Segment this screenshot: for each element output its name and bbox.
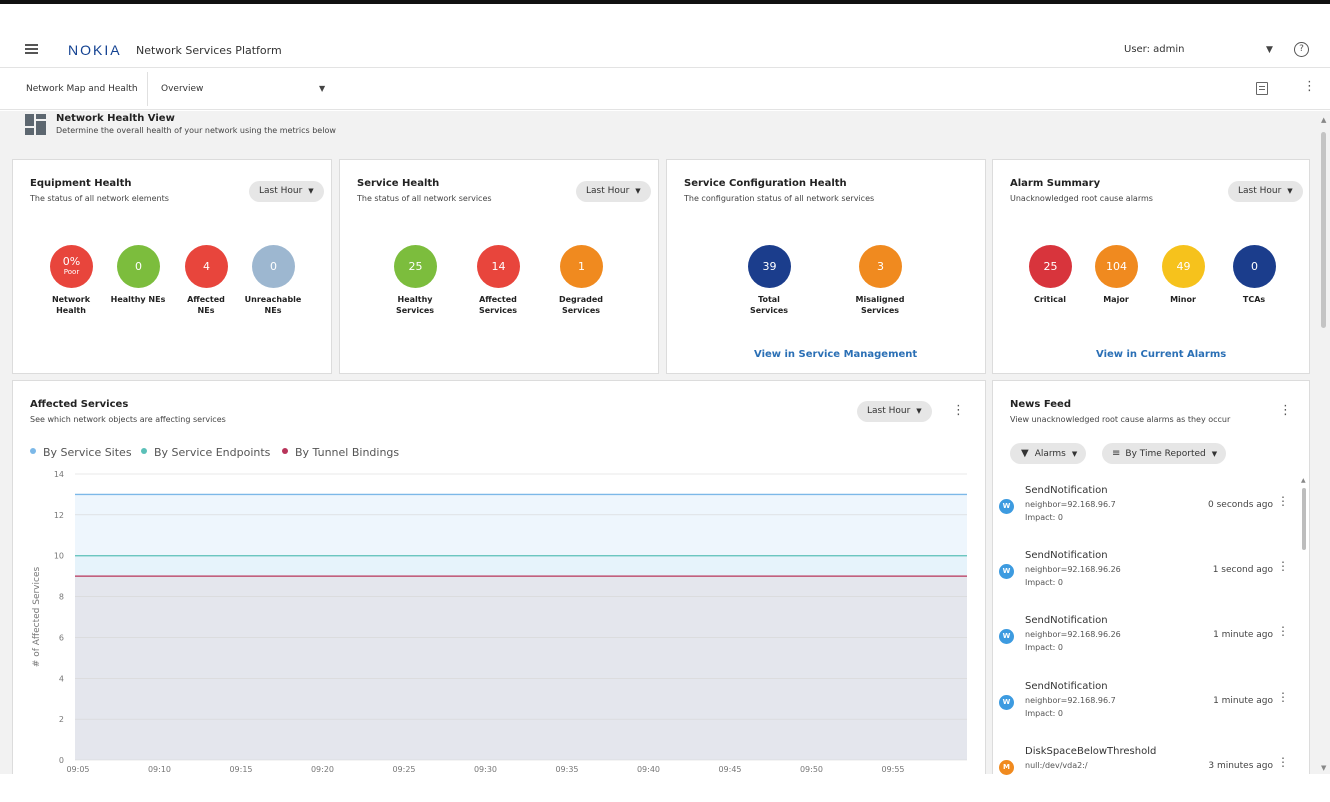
alarm-filter-dropdown[interactable]: ▼ Alarms ▼ xyxy=(1010,443,1087,464)
more-icon[interactable]: ⋮ xyxy=(1277,756,1289,768)
more-icon[interactable]: ⋮ xyxy=(1277,691,1289,703)
scroll-up-icon[interactable]: ▲ xyxy=(1301,477,1306,484)
x-tick-label: 09:20 xyxy=(311,765,334,774)
more-icon[interactable]: ⋮ xyxy=(1277,495,1289,507)
news-title: SendNotification xyxy=(1025,615,1108,626)
more-icon[interactable]: ⋮ xyxy=(1279,404,1292,417)
news-time: 1 minute ago xyxy=(1213,630,1273,640)
major-badge-icon: M xyxy=(999,760,1014,775)
news-impact: Impact: 0 xyxy=(1025,513,1063,522)
news-title: DiskSpaceBelowThreshold xyxy=(1025,746,1157,757)
x-tick-label: 09:50 xyxy=(800,765,823,774)
news-impact: Impact: 0 xyxy=(1025,578,1063,587)
card-title: News Feed xyxy=(1010,399,1071,410)
news-item[interactable]: W SendNotification neighbor=92.168.96.7 … xyxy=(999,681,1299,737)
news-title: SendNotification xyxy=(1025,681,1108,692)
sort-dropdown[interactable]: ≡ By Time Reported ▼ xyxy=(1102,443,1227,464)
news-title: SendNotification xyxy=(1025,485,1108,496)
more-icon[interactable]: ⋮ xyxy=(1277,560,1289,572)
warning-badge-icon: W xyxy=(999,629,1014,644)
x-tick-label: 09:05 xyxy=(66,765,89,774)
x-tick-label: 09:55 xyxy=(881,765,904,774)
y-tick-label: 12 xyxy=(54,511,64,520)
y-tick-label: 2 xyxy=(59,715,64,724)
y-tick-label: 10 xyxy=(54,552,64,561)
x-tick-label: 09:40 xyxy=(637,765,660,774)
more-icon[interactable]: ⋮ xyxy=(1277,625,1289,637)
news-detail: neighbor=92.168.96.26 xyxy=(1025,630,1121,639)
news-item[interactable]: W SendNotification neighbor=92.168.96.7 … xyxy=(999,485,1299,541)
y-tick-label: 14 xyxy=(54,470,64,479)
news-time: 1 minute ago xyxy=(1213,696,1273,706)
x-tick-label: 09:35 xyxy=(555,765,578,774)
y-tick-label: 8 xyxy=(59,593,64,602)
y-tick-label: 6 xyxy=(59,633,64,642)
news-item[interactable]: W SendNotification neighbor=92.168.96.26… xyxy=(999,615,1299,671)
news-title: SendNotification xyxy=(1025,550,1108,561)
news-item[interactable]: M DiskSpaceBelowThreshold null:/dev/vda2… xyxy=(999,746,1299,802)
news-detail: neighbor=92.168.96.7 xyxy=(1025,696,1116,705)
news-impact: Impact: 0 xyxy=(1025,643,1063,652)
news-item[interactable]: W SendNotification neighbor=92.168.96.26… xyxy=(999,550,1299,606)
warning-badge-icon: W xyxy=(999,564,1014,579)
x-tick-label: 09:15 xyxy=(229,765,252,774)
y-tick-label: 4 xyxy=(59,674,64,683)
sort-icon: ≡ xyxy=(1112,448,1121,459)
series-area xyxy=(75,576,967,760)
warning-badge-icon: W xyxy=(999,499,1014,514)
x-tick-label: 09:30 xyxy=(474,765,497,774)
warning-badge-icon: W xyxy=(999,695,1014,710)
filter-icon: ▼ xyxy=(1021,448,1029,459)
y-axis-label: # of Affected Services xyxy=(32,567,42,668)
news-time: 0 seconds ago xyxy=(1208,500,1273,510)
news-detail: null:/dev/vda2:/ xyxy=(1025,761,1088,770)
x-tick-label: 09:25 xyxy=(392,765,415,774)
news-detail: neighbor=92.168.96.7 xyxy=(1025,500,1116,509)
news-impact: Impact: 0 xyxy=(1025,709,1063,718)
card-subtitle: View unacknowledged root cause alarms as… xyxy=(1010,415,1231,424)
x-tick-label: 09:10 xyxy=(148,765,171,774)
news-scrollbar-thumb[interactable] xyxy=(1302,488,1306,550)
news-detail: neighbor=92.168.96.26 xyxy=(1025,565,1121,574)
news-time: 1 second ago xyxy=(1212,565,1273,575)
y-tick-label: 0 xyxy=(59,756,64,765)
x-tick-label: 09:45 xyxy=(718,765,741,774)
news-time: 3 minutes ago xyxy=(1208,761,1273,771)
